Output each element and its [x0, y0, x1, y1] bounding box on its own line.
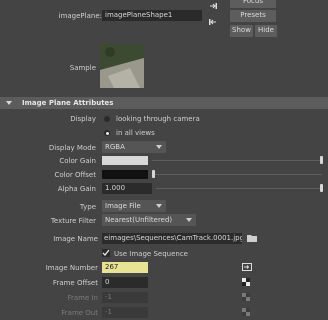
type-label: Type: [79, 203, 96, 211]
image-name-field[interactable]: eimages\Sequences\CamTrack.0001.jpg: [102, 233, 242, 244]
radio-label-looking-through-camera: looking through camera: [116, 115, 200, 123]
frame-out-label: Frame Out: [61, 309, 98, 317]
image-plane-label: imagePlane:: [58, 12, 102, 20]
color-offset-swatch[interactable]: [102, 170, 148, 179]
frame-offset-label: Frame Offset: [52, 279, 98, 287]
color-gain-label: Color Gain: [59, 157, 96, 165]
type-value: Image File: [105, 202, 141, 210]
chevron-down-icon: [186, 218, 192, 222]
image-number-label: Image Number: [45, 264, 98, 272]
type-dropdown[interactable]: Image File: [102, 200, 166, 212]
alpha-gain-field[interactable]: 1.000: [102, 183, 152, 194]
alpha-gain-slider-track[interactable]: [156, 188, 322, 189]
use-image-sequence-label: Use Image Sequence: [114, 250, 188, 258]
keyed-attribute-icon[interactable]: [242, 263, 252, 271]
color-offset-slider-track[interactable]: [152, 174, 322, 175]
display-mode-dropdown[interactable]: RGBA: [102, 141, 166, 153]
use-image-sequence-checkbox[interactable]: [102, 249, 110, 257]
display-mode-value: RGBA: [105, 143, 125, 151]
output-connection-icon[interactable]: [208, 17, 218, 27]
alpha-gain-slider-handle[interactable]: [320, 184, 323, 192]
texture-filter-dropdown[interactable]: Nearest(Unfiltered): [102, 214, 196, 226]
hide-button[interactable]: Hide: [255, 25, 277, 37]
color-offset-slider-handle[interactable]: [152, 170, 155, 178]
radio-in-all-views[interactable]: [104, 130, 110, 136]
focus-button[interactable]: Focus: [230, 0, 276, 8]
color-gain-swatch[interactable]: [102, 156, 148, 165]
chevron-down-icon: [156, 204, 162, 208]
texture-filter-value: Nearest(Unfiltered): [105, 216, 173, 224]
sample-thumbnail: [100, 44, 144, 88]
color-gain-slider-track[interactable]: [152, 160, 322, 161]
section-title: Image Plane Attributes: [22, 99, 114, 107]
presets-button[interactable]: Presets: [230, 10, 276, 22]
frame-out-field: -1: [102, 307, 148, 318]
sample-label: Sample: [69, 64, 96, 72]
display-mode-label: Display Mode: [48, 144, 96, 152]
chevron-down-icon: [156, 145, 162, 149]
collapse-arrow-icon[interactable]: [6, 101, 12, 105]
image-name-label: Image Name: [53, 235, 98, 243]
texture-filter-label: Texture Filter: [50, 217, 96, 225]
map-checker-icon-disabled: [242, 293, 250, 301]
input-connection-icon[interactable]: [208, 1, 218, 11]
map-checker-icon[interactable]: [242, 278, 250, 286]
alpha-gain-label: Alpha Gain: [57, 185, 96, 193]
display-label: Display: [70, 115, 96, 123]
frame-offset-field[interactable]: 0: [102, 277, 148, 288]
show-button[interactable]: Show: [230, 25, 253, 37]
image-plane-name-field[interactable]: imagePlaneShape1: [102, 10, 202, 21]
image-number-field[interactable]: 267: [102, 262, 148, 273]
color-gain-slider-handle[interactable]: [320, 156, 323, 164]
folder-icon[interactable]: [246, 233, 258, 243]
radio-label-in-all-views: in all views: [116, 129, 155, 137]
radio-looking-through-camera[interactable]: [104, 116, 110, 122]
frame-in-label: Frame In: [67, 294, 98, 302]
color-offset-label: Color Offset: [54, 171, 96, 179]
map-checker-icon-disabled: [242, 308, 250, 316]
frame-in-field: -1: [102, 292, 148, 303]
